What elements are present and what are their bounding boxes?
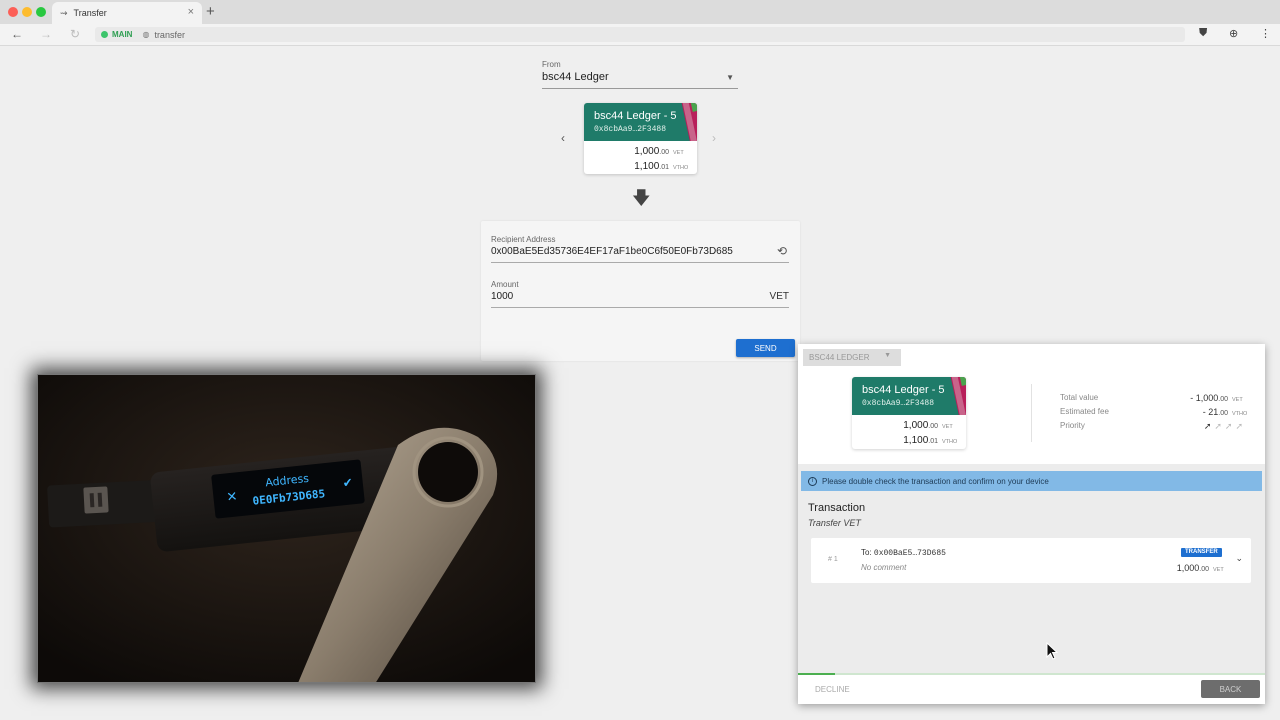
amount-label: Amount	[491, 280, 519, 289]
account-select-button[interactable]: BSC44 LEDGER ▼	[803, 349, 901, 366]
priority-rocket-icon[interactable]: ➚	[1225, 421, 1236, 431]
mouse-cursor-icon	[1046, 642, 1058, 660]
dialog-wallet-card: bsc44 Ledger - 5 0x8cbAa9…2F3488 1,000.0…	[852, 377, 966, 449]
clause-item[interactable]: # 1 To: 0x00BaE5…73D685 No comment TRANS…	[811, 538, 1251, 583]
clause-index: # 1	[828, 556, 838, 563]
estimated-fee-amount: - 21.00 VTHO	[1202, 407, 1248, 417]
chevron-down-icon[interactable]: ⌄	[1235, 553, 1243, 564]
ledger-device-image: ✕ Address 0E0Fb73D685 ✔	[38, 375, 535, 682]
source-wallet-card[interactable]: bsc44 Ledger - 5 0x8cbAa9…2F3488 1,000.0…	[584, 103, 697, 174]
account-select-label: BSC44 LEDGER	[809, 353, 870, 362]
close-window-button[interactable]	[8, 7, 18, 17]
url-text: transfer	[154, 29, 185, 40]
dialog-vtho-balance: 1,100.01 VTHO	[903, 435, 958, 446]
from-wallet-select[interactable]: bsc44 Ledger ▼	[542, 71, 738, 89]
browser-titlebar: ⇝ Transfer × +	[0, 0, 1280, 24]
address-bar: ← → ↻ MAIN ◍ transfer ⛊ ⊕ ⋮	[0, 24, 1280, 46]
browser-tab-transfer[interactable]: ⇝ Transfer ×	[52, 2, 202, 24]
priority-selector[interactable]: ➚➚➚➚	[1204, 421, 1246, 432]
info-banner: i Please double check the transaction an…	[801, 471, 1262, 491]
from-label: From	[542, 60, 561, 69]
clause-recipient: To: 0x00BaE5…73D685	[861, 548, 946, 558]
clause-comment: No comment	[861, 563, 907, 572]
network-name: MAIN	[112, 30, 133, 39]
priority-rocket-icon[interactable]: ➚	[1204, 421, 1215, 431]
wallet-address: 0x8cbAa9…2F3488	[594, 125, 667, 134]
history-icon[interactable]: ⟲	[777, 244, 787, 258]
back-button[interactable]: BACK	[1201, 680, 1260, 698]
dialog-vet-balance: 1,000.00 VET	[903, 420, 953, 431]
transaction-title: Transaction	[808, 502, 866, 514]
vtho-balance: 1,100.01 VTHO	[634, 161, 689, 172]
priority-row: Priority ➚➚➚➚	[1060, 421, 1246, 433]
info-message: Please double check the transaction and …	[822, 476, 1049, 486]
recipient-label: Recipient Address	[491, 235, 556, 244]
total-value-amount: - 1,000.00 VET	[1190, 393, 1243, 403]
extension-shield-icon[interactable]: ⛊	[1199, 27, 1207, 40]
ledger-device-camera-feed: ✕ Address 0E0Fb73D685 ✔	[37, 374, 536, 683]
send-button[interactable]: SEND	[736, 339, 795, 357]
url-field[interactable]: MAIN ◍ transfer	[95, 27, 1185, 42]
dialog-wallet-name: bsc44 Ledger - 5	[862, 384, 945, 396]
previous-wallet-icon[interactable]: ‹	[561, 131, 565, 145]
transfer-form: Recipient Address 0x00BaE5Ed35736E4EF17a…	[481, 221, 800, 361]
transfer-badge: TRANSFER	[1181, 548, 1222, 557]
dialog-summary-section: BSC44 LEDGER ▼ bsc44 Ledger - 5 0x8cbAa9…	[798, 344, 1265, 464]
decline-button[interactable]: DECLINE	[815, 685, 850, 694]
info-icon: i	[808, 476, 817, 486]
tab-title: Transfer	[73, 8, 107, 18]
priority-rocket-icon[interactable]: ➚	[1235, 421, 1246, 431]
next-wallet-icon[interactable]: ›	[712, 131, 716, 145]
total-value-label: Total value	[1060, 393, 1099, 402]
dialog-wallet-card-header: bsc44 Ledger - 5 0x8cbAa9…2F3488	[852, 377, 966, 415]
from-wallet-value: bsc44 Ledger	[542, 71, 609, 83]
amount-input[interactable]: 1000 VET	[491, 291, 789, 308]
dialog-wallet-address: 0x8cbAa9…2F3488	[862, 399, 935, 408]
estimated-fee-row: Estimated fee - 21.00 VTHO	[1060, 407, 1248, 419]
tab-close-icon[interactable]: ×	[188, 6, 194, 18]
caret-down-icon: ▼	[726, 73, 734, 82]
globe-icon: ◍	[142, 30, 150, 39]
minimize-window-button[interactable]	[22, 7, 32, 17]
vet-balance: 1,000.00 VET	[634, 146, 684, 157]
reload-icon[interactable]: ↻	[70, 27, 80, 41]
transaction-confirm-dialog: BSC44 LEDGER ▼ bsc44 Ledger - 5 0x8cbAa9…	[798, 344, 1265, 704]
summary-divider	[1031, 384, 1032, 442]
back-arrow-icon[interactable]: ←	[11, 27, 23, 41]
wallet-balances: 1,000.00 VET 1,100.01 VTHO	[584, 141, 697, 174]
priority-rocket-icon[interactable]: ➚	[1214, 421, 1225, 431]
tab-transfer-icon: ⇝	[60, 7, 68, 18]
network-status-icon	[101, 31, 108, 38]
total-value-row: Total value - 1,000.00 VET	[1060, 393, 1246, 405]
device-confirm-icon: ✔	[342, 475, 353, 490]
dialog-footer: DECLINE BACK	[798, 675, 1265, 704]
caret-down-icon: ▼	[884, 352, 891, 359]
download-icon[interactable]: ⊕	[1229, 27, 1238, 40]
clause-amount: 1,000.00 VET	[1176, 563, 1224, 573]
amount-unit: VET	[769, 291, 789, 302]
transaction-subtitle: Transfer VET	[808, 518, 861, 528]
maximize-window-button[interactable]	[36, 7, 46, 17]
new-tab-button[interactable]: +	[206, 3, 215, 20]
recipient-address-input[interactable]: 0x00BaE5Ed35736E4EF17aF1be0C6f50E0Fb73D6…	[491, 244, 789, 263]
dialog-wallet-balances: 1,000.00 VET 1,100.01 VTHO	[852, 415, 966, 449]
more-menu-icon[interactable]: ⋮	[1260, 27, 1271, 40]
wallet-name: bsc44 Ledger - 5	[594, 110, 677, 122]
arrow-down-icon: 🡇	[632, 188, 651, 208]
wallet-card-header: bsc44 Ledger - 5 0x8cbAa9…2F3488	[584, 103, 697, 141]
priority-label: Priority	[1060, 421, 1085, 430]
forward-arrow-icon[interactable]: →	[40, 27, 52, 41]
estimated-fee-label: Estimated fee	[1060, 407, 1109, 416]
device-reject-icon: ✕	[226, 489, 238, 505]
amount-value: 1000	[491, 291, 514, 302]
recipient-address-value: 0x00BaE5Ed35736E4EF17aF1be0C6f50E0Fb73D6…	[491, 246, 733, 257]
